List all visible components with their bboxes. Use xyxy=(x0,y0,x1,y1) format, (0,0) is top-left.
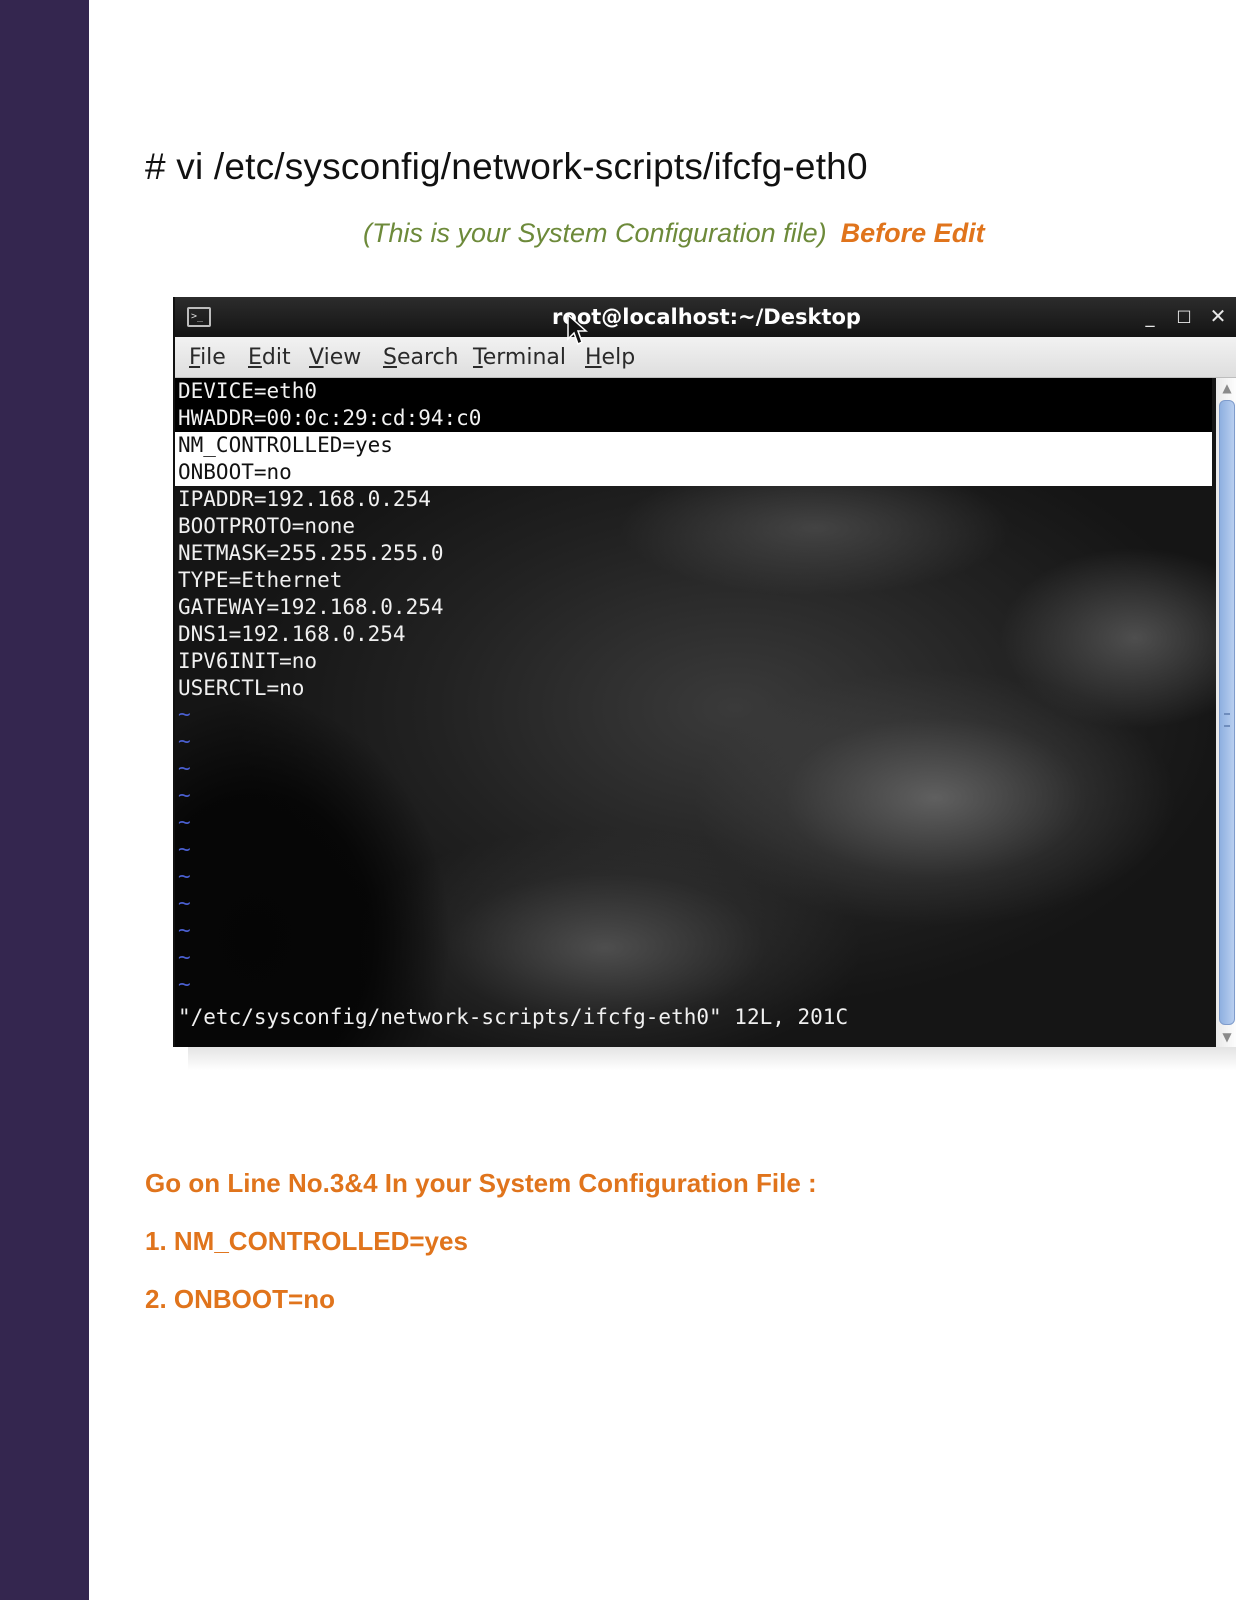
page-heading: # vi /etc/sysconfig/network-scripts/ifcf… xyxy=(145,146,868,187)
menu-file[interactable]: File xyxy=(189,345,226,370)
file-line-6: BOOTPROTO=none xyxy=(178,514,356,538)
menu-bar: File Edit View Search Terminal Help xyxy=(175,337,1236,378)
empty-line-marker: ~ xyxy=(178,729,191,753)
file-line-12: USERCTL=no xyxy=(178,676,305,700)
terminal-scrollbar[interactable]: ▲ ▼ xyxy=(1216,378,1236,1047)
minimize-button[interactable]: _ xyxy=(1137,305,1163,331)
empty-line-marker: ~ xyxy=(178,918,191,942)
instruction-item-1: 1. NM_CONTROLLED=yes xyxy=(145,1226,468,1256)
file-line-3-highlighted: NM_CONTROLLED=yes xyxy=(175,432,1212,459)
menu-view[interactable]: View xyxy=(309,345,361,370)
empty-line-marker: ~ xyxy=(178,702,191,726)
empty-line-marker: ~ xyxy=(178,756,191,780)
subtitle-note: (This is your System Configuration file) xyxy=(363,218,827,248)
vi-status-line: "/etc/sysconfig/network-scripts/ifcfg-et… xyxy=(178,1005,849,1029)
empty-line-marker: ~ xyxy=(178,783,191,807)
file-line-5: IPADDR=192.168.0.254 xyxy=(178,487,431,511)
file-line-9: GATEWAY=192.168.0.254 xyxy=(178,595,444,619)
file-line-1: DEVICE=eth0 xyxy=(175,378,1212,405)
file-line-7: NETMASK=255.255.255.0 xyxy=(178,541,444,565)
instructions-heading: Go on Line No.3&4 In your System Configu… xyxy=(145,1168,817,1198)
scroll-up-arrow-icon[interactable]: ▲ xyxy=(1218,379,1236,397)
empty-line-marker: ~ xyxy=(178,810,191,834)
page-side-bar xyxy=(0,0,89,1600)
terminal-window: >_ root@localhost:~/Desktop _ □ ✕ File E… xyxy=(173,297,1236,1047)
scroll-thumb[interactable] xyxy=(1219,400,1235,1025)
mouse-cursor-icon xyxy=(567,313,588,346)
instruction-item-2: 2. ONBOOT=no xyxy=(145,1284,335,1314)
file-line-10: DNS1=192.168.0.254 xyxy=(178,622,406,646)
subtitle-tag: Before Edit xyxy=(840,218,985,248)
close-button[interactable]: ✕ xyxy=(1205,303,1231,329)
empty-line-marker: ~ xyxy=(178,864,191,888)
menu-terminal[interactable]: Terminal xyxy=(473,345,566,370)
maximize-button[interactable]: □ xyxy=(1171,303,1197,329)
empty-line-marker: ~ xyxy=(178,837,191,861)
file-line-11: IPV6INIT=no xyxy=(178,649,318,673)
empty-line-marker: ~ xyxy=(178,945,191,969)
window-title: root@localhost:~/Desktop xyxy=(552,305,861,329)
empty-line-marker: ~ xyxy=(178,972,191,996)
file-line-8: TYPE=Ethernet xyxy=(178,568,343,592)
file-line-2: HWADDR=00:0c:29:cd:94:c0 xyxy=(175,405,1212,432)
menu-help[interactable]: Help xyxy=(585,345,635,370)
page-subtitle: (This is your System Configuration file)… xyxy=(363,218,985,249)
file-line-4-highlighted: ONBOOT=no xyxy=(175,459,1212,486)
menu-search[interactable]: Search xyxy=(383,345,459,370)
scroll-down-arrow-icon[interactable]: ▼ xyxy=(1218,1028,1236,1046)
grip-icon xyxy=(1224,713,1230,727)
menu-edit[interactable]: Edit xyxy=(248,345,291,370)
terminal-titlebar[interactable]: >_ root@localhost:~/Desktop _ □ ✕ xyxy=(175,297,1236,337)
empty-line-marker: ~ xyxy=(178,891,191,915)
terminal-screen[interactable]: DEVICE=eth0 HWADDR=00:0c:29:cd:94:c0 NM_… xyxy=(175,378,1216,1047)
